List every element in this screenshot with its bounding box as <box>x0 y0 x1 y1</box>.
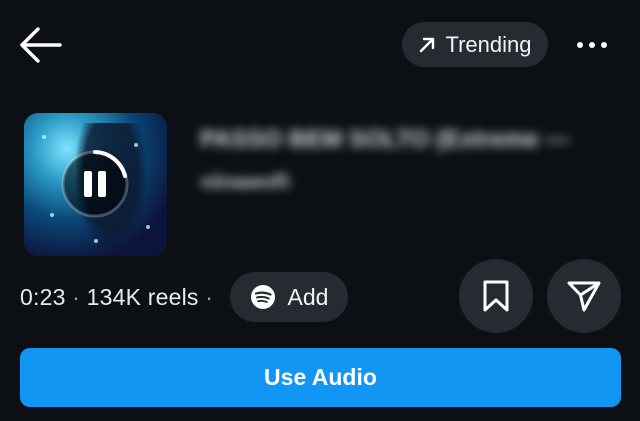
duration: 0:23 <box>20 284 66 310</box>
pause-button[interactable] <box>59 148 131 220</box>
more-options-button[interactable] <box>570 30 614 60</box>
spotify-icon <box>250 285 275 309</box>
back-button[interactable] <box>18 25 66 65</box>
more-horizontal-icon <box>577 42 607 48</box>
track-title-obscured: PASSO BEM SOLTO (Extreme — slowed) <box>200 126 570 188</box>
arrow-left-icon <box>20 27 62 63</box>
trending-label: Trending <box>445 31 532 57</box>
cover-sparkle <box>42 135 46 139</box>
use-audio-button[interactable]: Use Audio <box>20 348 621 407</box>
use-audio-label: Use Audio <box>264 364 377 390</box>
arrow-up-right-icon <box>420 37 435 52</box>
add-label: Add <box>287 283 329 310</box>
bookmark-icon <box>483 280 509 312</box>
add-to-spotify-button[interactable]: Add <box>230 272 348 322</box>
share-button[interactable] <box>547 259 621 333</box>
meta-separator: · <box>205 284 214 310</box>
track-meta: 0:23 · 134K reels · <box>20 284 213 311</box>
cover-sparkle <box>94 239 98 243</box>
cover-sparkle <box>50 213 54 217</box>
cover-sparkle <box>134 143 138 147</box>
trending-chip[interactable]: Trending <box>402 22 548 67</box>
album-cover[interactable] <box>24 113 167 256</box>
save-button[interactable] <box>459 259 533 333</box>
send-icon <box>567 281 601 312</box>
meta-separator: · <box>72 284 81 310</box>
reels-count: 134K reels <box>86 284 199 310</box>
cover-sparkle <box>146 225 150 229</box>
